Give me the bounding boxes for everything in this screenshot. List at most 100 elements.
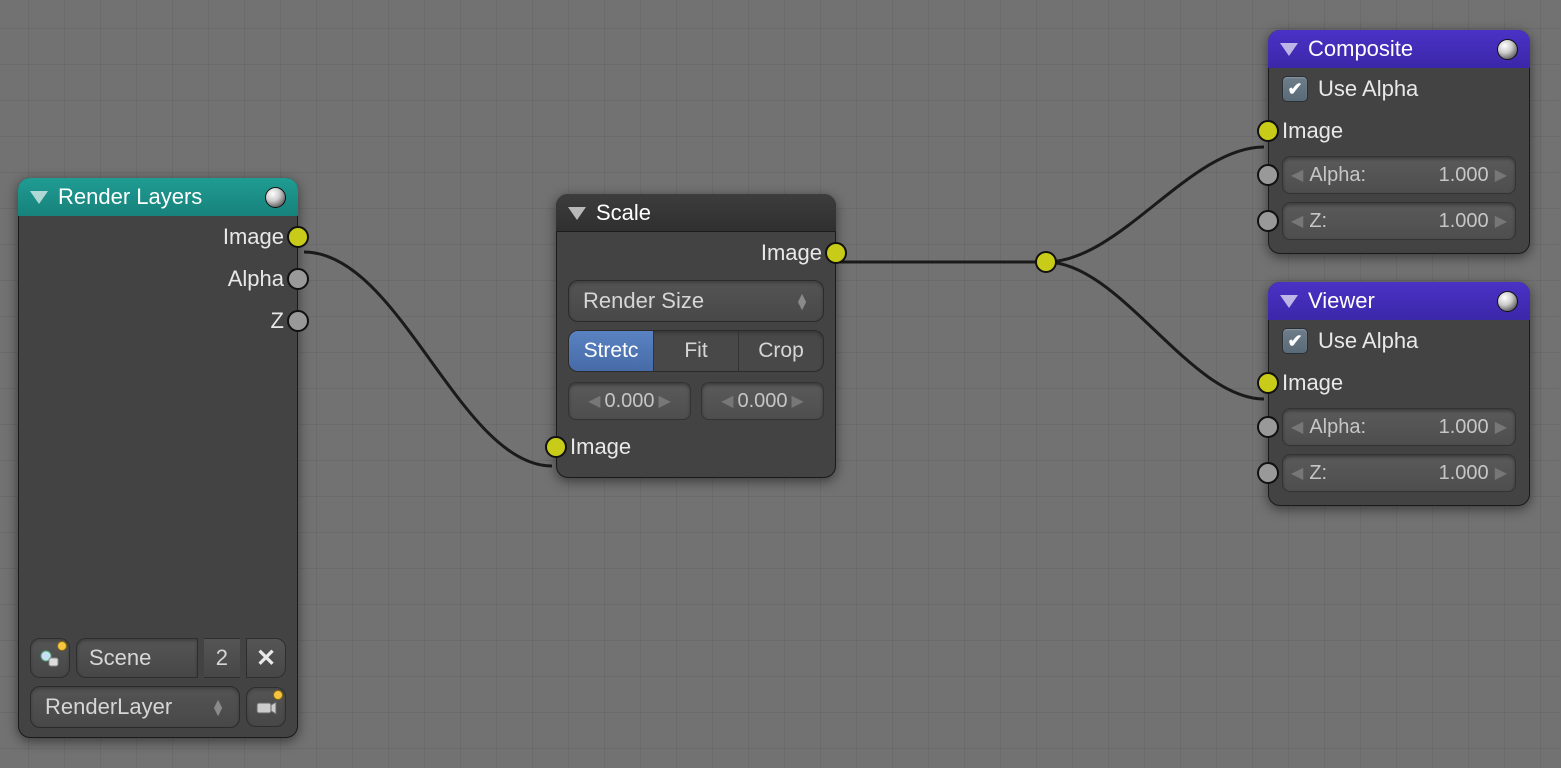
- chevron-right-icon: ▶: [1495, 417, 1507, 437]
- socket-dot[interactable]: [287, 310, 309, 332]
- option-fit[interactable]: Fit: [654, 331, 739, 371]
- output-socket-z: Z: [18, 300, 298, 342]
- node-title: Composite: [1308, 36, 1413, 62]
- chevron-left-icon: ◀: [1291, 463, 1303, 483]
- select-carets-icon: ▲▼: [795, 293, 809, 309]
- field-value: 1.000: [1439, 210, 1489, 233]
- preview-sphere-icon[interactable]: [1497, 39, 1518, 60]
- node-titlebar[interactable]: Composite: [1268, 30, 1530, 68]
- opt-label: Stretc: [584, 339, 639, 363]
- chevron-left-icon: ◀: [1291, 211, 1303, 231]
- socket-dot[interactable]: [287, 268, 309, 290]
- socket-label: Alpha: [228, 266, 284, 292]
- input-socket-z: ◀ Z: 1.000 ▶: [1268, 198, 1530, 244]
- socket-dot[interactable]: [1257, 210, 1279, 232]
- node-scale[interactable]: Scale Image Render Size ▲▼ Stretc Fit Cr…: [556, 194, 836, 478]
- scene-name-text: Scene: [89, 645, 151, 671]
- node-composite[interactable]: Composite ✔ Use Alpha Image ◀ Alpha: 1.0…: [1268, 30, 1530, 254]
- node-titlebar[interactable]: Render Layers: [18, 178, 298, 216]
- renderlayer-select[interactable]: RenderLayer ▲▼: [30, 686, 240, 728]
- select-carets-icon: ▲▼: [211, 699, 225, 715]
- socket-label: Image: [761, 240, 822, 266]
- scale-mode-text: Render Size: [583, 288, 704, 314]
- alpha-input[interactable]: ◀ Alpha: 1.000 ▶: [1282, 156, 1516, 194]
- node-titlebar[interactable]: Scale: [556, 194, 836, 232]
- input-socket-alpha: ◀ Alpha: 1.000 ▶: [1268, 404, 1530, 450]
- scene-unlink-button[interactable]: ✕: [246, 638, 286, 678]
- chevron-left-icon: ◀: [588, 391, 600, 411]
- output-socket-image: Image: [18, 216, 298, 258]
- scale-mode-select[interactable]: Render Size ▲▼: [568, 280, 824, 322]
- use-alpha-label: Use Alpha: [1318, 76, 1418, 102]
- option-crop[interactable]: Crop: [739, 331, 823, 371]
- scale-value-b-input[interactable]: ◀0.000▶: [701, 382, 824, 420]
- output-socket-image: Image: [556, 232, 836, 274]
- chevron-right-icon: ▶: [1495, 165, 1507, 185]
- scale-value-a-input[interactable]: ◀0.000▶: [568, 382, 691, 420]
- scene-selector-row: Scene 2 ✕: [30, 638, 286, 678]
- socket-label: Image: [570, 434, 631, 460]
- use-alpha-row: ✔ Use Alpha: [1268, 320, 1530, 362]
- alpha-input[interactable]: ◀ Alpha: 1.000 ▶: [1282, 408, 1516, 446]
- z-input[interactable]: ◀ Z: 1.000 ▶: [1282, 454, 1516, 492]
- socket-label: Image: [1282, 118, 1343, 144]
- chevron-right-icon: ▶: [1495, 463, 1507, 483]
- input-socket-image: Image: [1268, 110, 1530, 152]
- preview-sphere-icon[interactable]: [265, 187, 286, 208]
- socket-dot[interactable]: [1257, 164, 1279, 186]
- socket-dot[interactable]: [287, 226, 309, 248]
- layer-selector-row: RenderLayer ▲▼: [30, 686, 286, 728]
- chevron-right-icon: ▶: [659, 391, 671, 411]
- socket-dot[interactable]: [1257, 416, 1279, 438]
- field-label: Alpha:: [1309, 164, 1366, 187]
- socket-dot[interactable]: [1257, 120, 1279, 142]
- opt-label: Fit: [684, 339, 707, 363]
- node-title: Render Layers: [58, 184, 202, 210]
- use-alpha-checkbox[interactable]: ✔: [1282, 76, 1308, 102]
- scale-values-row: ◀0.000▶ ◀0.000▶: [568, 382, 824, 420]
- collapse-triangle-icon[interactable]: [30, 191, 48, 204]
- renderlayer-name: RenderLayer: [45, 694, 172, 720]
- chevron-left-icon: ◀: [1291, 417, 1303, 437]
- socket-label: Z: [271, 308, 284, 334]
- chevron-right-icon: ▶: [1495, 211, 1507, 231]
- input-socket-image: Image: [556, 426, 836, 468]
- field-value: 1.000: [1439, 462, 1489, 485]
- scene-browse-button[interactable]: [30, 638, 70, 678]
- render-button[interactable]: [246, 687, 286, 727]
- plus-badge-icon: [273, 690, 283, 700]
- fit-mode-segmented: Stretc Fit Crop: [568, 330, 824, 372]
- socket-dot[interactable]: [1257, 462, 1279, 484]
- value-text: 0.000: [604, 390, 654, 413]
- field-value: 1.000: [1439, 416, 1489, 439]
- use-alpha-row: ✔ Use Alpha: [1268, 68, 1530, 110]
- field-value: 1.000: [1439, 164, 1489, 187]
- node-titlebar[interactable]: Viewer: [1268, 282, 1530, 320]
- use-alpha-label: Use Alpha: [1318, 328, 1418, 354]
- node-render-layers[interactable]: Render Layers Image Alpha Z Scene 2 ✕ Re…: [18, 178, 298, 738]
- link-junction-dot: [1035, 251, 1057, 273]
- collapse-triangle-icon[interactable]: [568, 207, 586, 220]
- input-socket-image: Image: [1268, 362, 1530, 404]
- node-title: Viewer: [1308, 288, 1375, 314]
- socket-dot[interactable]: [1257, 372, 1279, 394]
- collapse-triangle-icon[interactable]: [1280, 295, 1298, 308]
- socket-dot[interactable]: [545, 436, 567, 458]
- chevron-left-icon: ◀: [1291, 165, 1303, 185]
- preview-sphere-icon[interactable]: [1497, 291, 1518, 312]
- input-socket-z: ◀ Z: 1.000 ▶: [1268, 450, 1530, 496]
- socket-dot[interactable]: [825, 242, 847, 264]
- node-title: Scale: [596, 200, 651, 226]
- z-input[interactable]: ◀ Z: 1.000 ▶: [1282, 202, 1516, 240]
- node-viewer[interactable]: Viewer ✔ Use Alpha Image ◀ Alpha: 1.000 …: [1268, 282, 1530, 506]
- field-label: Alpha:: [1309, 416, 1366, 439]
- use-alpha-checkbox[interactable]: ✔: [1282, 328, 1308, 354]
- option-stretch[interactable]: Stretc: [569, 331, 654, 371]
- plus-badge-icon: [57, 641, 67, 651]
- socket-label: Image: [223, 224, 284, 250]
- scene-name-input[interactable]: Scene: [76, 638, 198, 678]
- field-label: Z:: [1309, 462, 1327, 485]
- scene-count-text: 2: [216, 645, 228, 671]
- scene-users-count[interactable]: 2: [204, 638, 240, 678]
- collapse-triangle-icon[interactable]: [1280, 43, 1298, 56]
